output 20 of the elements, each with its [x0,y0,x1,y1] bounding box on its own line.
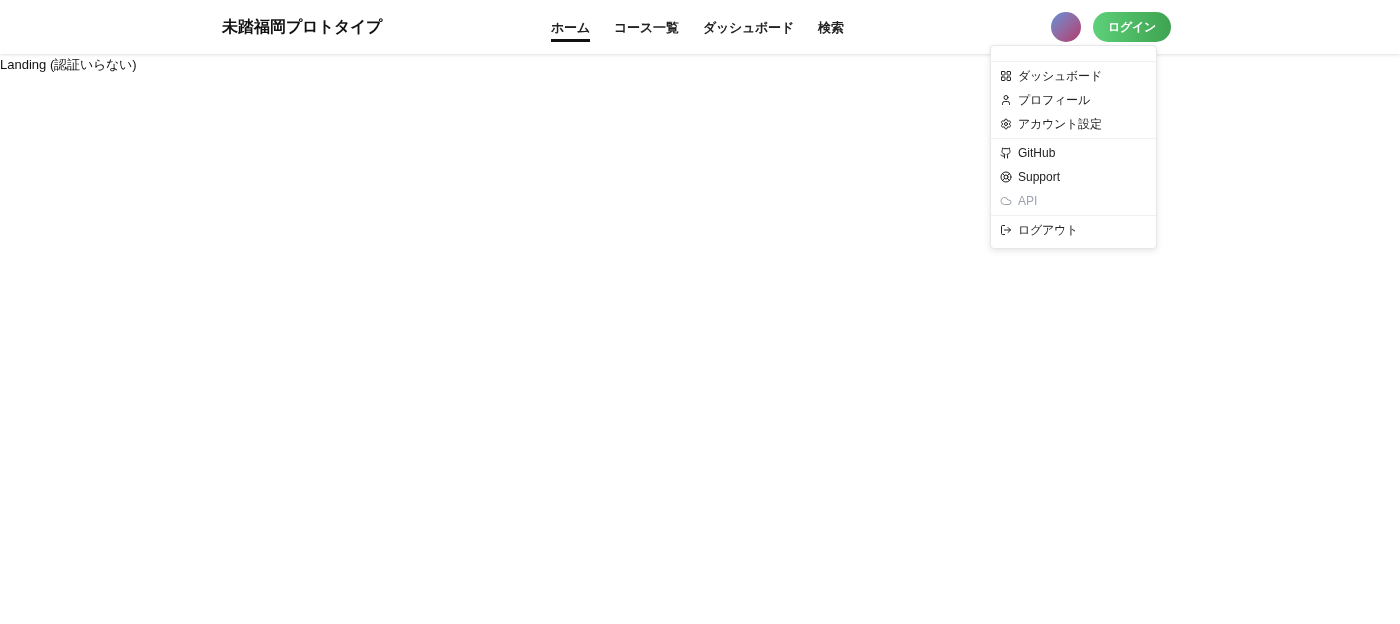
nav-tab[interactable]: ホーム [551,12,590,42]
gear-icon [1000,118,1012,130]
nav-tab[interactable]: 検索 [818,12,844,42]
site-logo[interactable]: 未踏福岡プロトタイプ [222,15,382,39]
landing-text: Landing (認証いらない) [0,56,138,74]
nav-tab[interactable]: コース一覧 [614,12,679,42]
menu-item[interactable]: ログアウト [991,218,1156,242]
github-icon [1000,147,1012,159]
menu-item[interactable]: GitHub [991,141,1156,165]
avatar[interactable] [1051,12,1081,42]
exit-icon [1000,224,1012,236]
grid-icon [1000,70,1012,82]
person-icon [1000,94,1012,106]
cloud-icon [1000,195,1012,207]
lifebuoy-icon [1000,171,1012,183]
nav-tab[interactable]: ダッシュボード [703,12,794,42]
menu-item[interactable]: Support [991,165,1156,189]
menu-item[interactable]: ダッシュボード [991,64,1156,88]
menu-item[interactable]: アカウント設定 [991,112,1156,136]
menu-item[interactable]: プロフィール [991,88,1156,112]
